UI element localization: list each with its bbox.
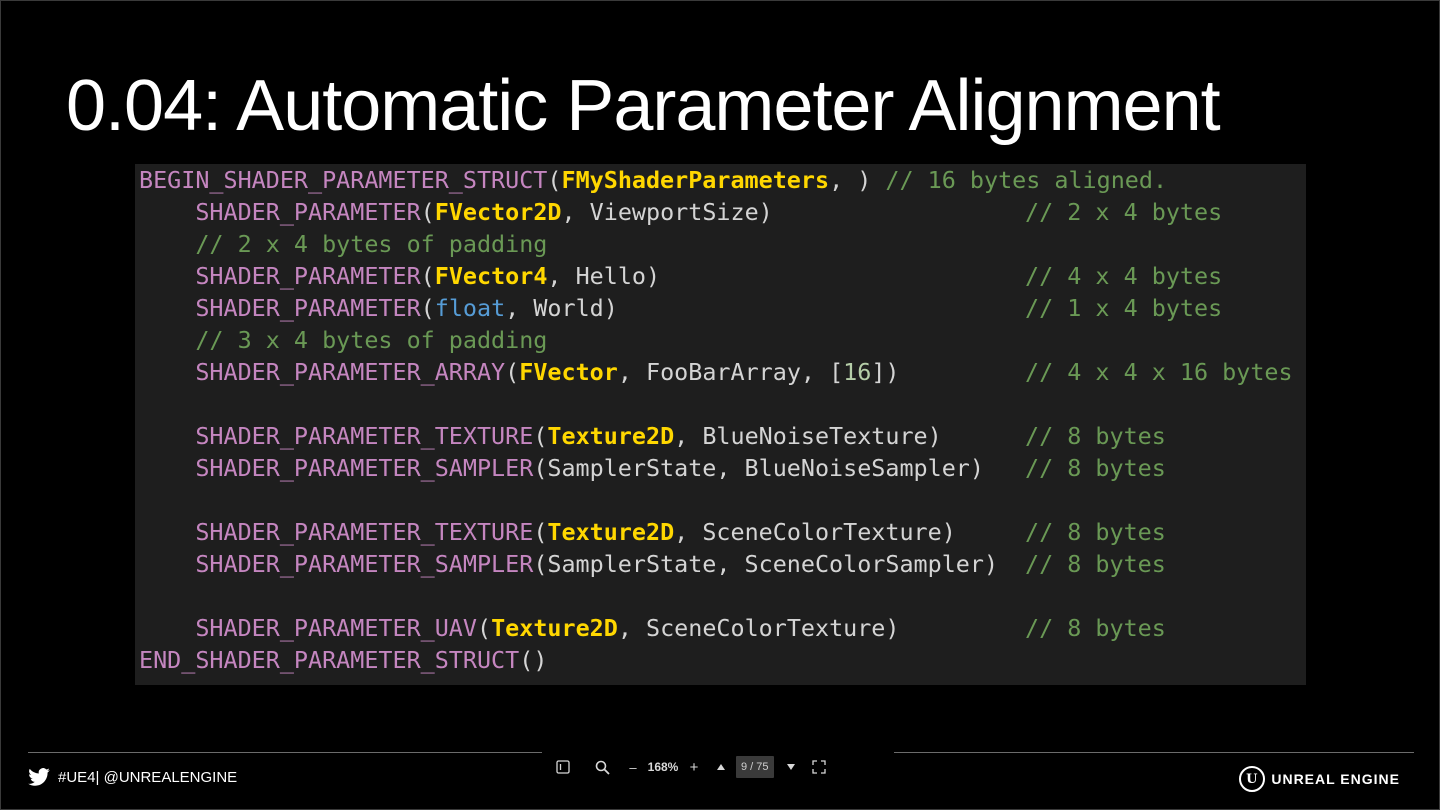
code-line: // 2 x 4 bytes of padding xyxy=(139,228,1299,260)
code-token: SHADER_PARAMETER_ARRAY xyxy=(139,358,506,386)
code-line: SHADER_PARAMETER(FVector4, Hello) // 4 x … xyxy=(139,260,1299,292)
zoom-in-button[interactable]: + xyxy=(682,754,706,780)
code-token: , ViewportSize) xyxy=(561,198,773,226)
code-comment: // 8 bytes xyxy=(1025,454,1166,482)
code-token: ( xyxy=(420,294,435,322)
code-token: FVector2D xyxy=(434,198,562,226)
code-line: SHADER_PARAMETER_ARRAY(FVector, FooBarAr… xyxy=(139,356,1299,388)
code-line: BEGIN_SHADER_PARAMETER_STRUCT(FMyShaderP… xyxy=(139,164,1299,196)
code-token: ( xyxy=(420,198,435,226)
search-icon[interactable] xyxy=(582,754,622,780)
page-indicator[interactable]: 9 / 75 xyxy=(736,756,774,778)
code-token: (SamplerState, BlueNoiseSampler) xyxy=(533,454,984,482)
code-token: SHADER_PARAMETER_TEXTURE xyxy=(139,518,534,546)
code-comment: // 2 x 4 bytes xyxy=(1025,198,1223,226)
code-comment: // 8 bytes xyxy=(1025,518,1166,546)
code-token: , World) xyxy=(505,294,618,322)
viewer-toolbar: – 168% + 9 / 75 xyxy=(544,752,894,782)
unreal-engine-logo: U UNREAL ENGINE xyxy=(1239,766,1400,792)
unreal-logo-mark: U xyxy=(1239,766,1266,792)
page-down-icon[interactable] xyxy=(774,754,808,780)
code-comment: // 4 x 4 x 16 bytes xyxy=(1025,358,1293,386)
code-token: , SceneColorTexture) xyxy=(617,614,900,642)
hashtag-handle: #UE4| @UNREALENGINE xyxy=(58,768,238,786)
code-token: SHADER_PARAMETER xyxy=(139,262,421,290)
code-token: , BlueNoiseTexture) xyxy=(674,422,942,450)
code-line: SHADER_PARAMETER_TEXTURE(Texture2D, Scen… xyxy=(139,516,1299,548)
code-token: BEGIN_SHADER_PARAMETER_STRUCT xyxy=(139,166,548,194)
slide-title: 0.04: Automatic Parameter Alignment xyxy=(66,66,1221,146)
footer-divider-left xyxy=(28,752,542,753)
code-line: // 3 x 4 bytes of padding xyxy=(139,324,1299,356)
code-token: SHADER_PARAMETER_TEXTURE xyxy=(139,422,534,450)
code-line: SHADER_PARAMETER(float, World) // 1 x 4 b… xyxy=(139,292,1299,324)
fullscreen-icon[interactable] xyxy=(808,754,830,780)
code-token: () xyxy=(519,646,548,674)
code-token: SHADER_PARAMETER_SAMPLER xyxy=(139,454,534,482)
code-token: SHADER_PARAMETER_SAMPLER xyxy=(139,550,534,578)
code-token: , ) xyxy=(829,166,886,194)
code-token: Texture2D xyxy=(547,422,675,450)
code-token: (SamplerState, SceneColorSampler) xyxy=(533,550,999,578)
footer-social: #UE4| @UNREALENGINE xyxy=(28,768,237,786)
code-comment: // 8 bytes xyxy=(1025,422,1166,450)
code-token: ]) xyxy=(871,358,900,386)
code-token: SHADER_PARAMETER xyxy=(139,294,421,322)
code-token: ( xyxy=(420,262,435,290)
code-token: SHADER_PARAMETER xyxy=(139,198,421,226)
unreal-logo-text: UNREAL ENGINE xyxy=(1271,771,1400,787)
code-token: // 3 x 4 bytes of padding xyxy=(139,326,548,354)
code-comment: // 8 bytes xyxy=(1025,550,1166,578)
code-line: SHADER_PARAMETER_SAMPLER(SamplerState, B… xyxy=(139,452,1299,484)
code-token: Texture2D xyxy=(547,518,675,546)
code-comment: // 4 x 4 bytes xyxy=(1025,262,1223,290)
code-line: SHADER_PARAMETER_TEXTURE(Texture2D, Blue… xyxy=(139,420,1299,452)
code-screenshot: BEGIN_SHADER_PARAMETER_STRUCT(FMyShaderP… xyxy=(135,164,1306,685)
code-token: ( xyxy=(505,358,520,386)
code-token: ( xyxy=(533,518,548,546)
code-line: SHADER_PARAMETER(FVector2D, ViewportSize… xyxy=(139,196,1299,228)
code-token: Texture2D xyxy=(491,614,618,642)
code-token: 16 xyxy=(843,358,872,386)
code-token: // 16 bytes aligned. xyxy=(885,166,1168,194)
code-token: ( xyxy=(547,166,562,194)
code-token: END_SHADER_PARAMETER_STRUCT xyxy=(139,646,520,674)
zoom-out-button[interactable]: – xyxy=(622,754,644,780)
code-line: SHADER_PARAMETER_UAV(Texture2D, SceneCol… xyxy=(139,612,1299,644)
code-token: FVector4 xyxy=(434,262,548,290)
code-line: SHADER_PARAMETER_SAMPLER(SamplerState, S… xyxy=(139,548,1299,580)
code-comment: // 8 bytes xyxy=(1025,614,1166,642)
code-token: , Hello) xyxy=(547,262,661,290)
code-token: ( xyxy=(476,614,492,642)
code-token: FMyShaderParameters xyxy=(561,166,830,194)
code-token: // 2 x 4 bytes of padding xyxy=(139,230,548,258)
code-comment: // 1 x 4 bytes xyxy=(1025,294,1223,322)
code-line: END_SHADER_PARAMETER_STRUCT() xyxy=(139,644,1299,676)
page-up-icon[interactable] xyxy=(706,754,736,780)
code-token: , SceneColorTexture) xyxy=(674,518,956,546)
code-token: SHADER_PARAMETER_UAV xyxy=(139,614,477,642)
code-token: float xyxy=(434,294,506,322)
code-token: , FooBarArray, [ xyxy=(617,358,844,386)
twitter-bird-icon xyxy=(28,768,50,786)
code-token: FVector xyxy=(519,358,618,386)
code-token: ( xyxy=(533,422,548,450)
footer-divider-right xyxy=(894,752,1414,753)
zoom-level: 168% xyxy=(647,760,679,774)
sidebar-icon[interactable] xyxy=(544,754,582,780)
